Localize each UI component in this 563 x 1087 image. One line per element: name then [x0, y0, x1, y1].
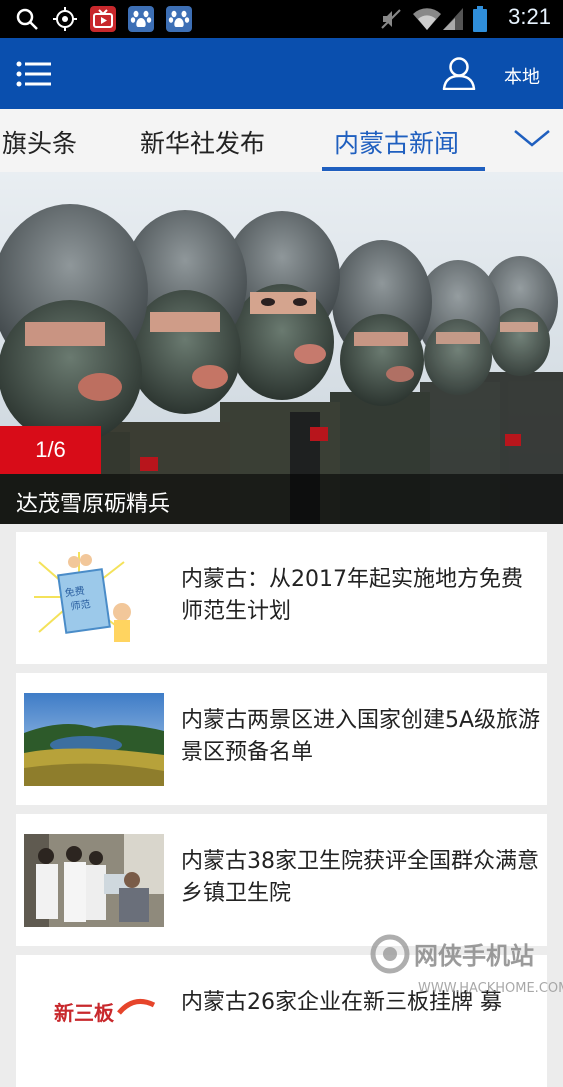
app-bar: 本地 — [0, 38, 563, 109]
more-channels-button[interactable] — [512, 123, 552, 153]
baidu-app-icon — [128, 6, 154, 32]
chevron-down-icon — [514, 130, 550, 147]
news-item[interactable]: 内蒙古38家卫生院获评全国群众满意乡镇卫生院 — [16, 814, 547, 946]
mute-icon — [378, 6, 404, 32]
user-button[interactable] — [441, 56, 477, 91]
thumb-text: 新三板 — [54, 1001, 115, 1025]
carousel-caption[interactable]: 达茂雪原砺精兵 — [16, 486, 170, 518]
user-icon — [442, 57, 476, 91]
status-time: 3:21 — [508, 4, 551, 29]
status-bar: 3:21 — [0, 0, 563, 38]
news-thumbnail: 新三板 — [24, 975, 164, 1068]
channel-tabs: 旗头条 新华社发布 内蒙古新闻 — [0, 109, 563, 173]
watermark-name: 网侠手机站 — [414, 942, 534, 970]
news-thumbnail — [24, 693, 164, 786]
signal-icon — [442, 6, 464, 32]
battery-icon — [470, 6, 490, 32]
news-item[interactable]: 免费 师范 内蒙古：从2017年起实施地方免费师范生计划 — [16, 532, 547, 664]
wifi-icon — [410, 6, 444, 32]
baidu-app-icon — [166, 6, 192, 32]
local-button[interactable]: 本地 — [504, 63, 540, 89]
menu-button[interactable] — [16, 60, 52, 88]
search-icon — [14, 6, 40, 32]
tab-xinhua[interactable]: 新华社发布 — [140, 124, 265, 160]
site-watermark: 网侠手机站 WWW.HACKHOME.COM — [368, 928, 563, 998]
news-title: 内蒙古：从2017年起实施地方免费师范生计划 — [181, 567, 523, 624]
news-title: 内蒙古两景区进入国家创建5A级旅游景区预备名单 — [181, 708, 541, 765]
menu-list-icon — [16, 61, 51, 87]
tab-headlines[interactable]: 旗头条 — [2, 124, 77, 160]
tv-app-icon — [90, 6, 116, 32]
carousel-counter: 1/6 — [0, 426, 101, 474]
news-thumbnail: 免费 师范 — [24, 552, 164, 645]
target-icon — [52, 6, 78, 32]
news-item[interactable]: 内蒙古两景区进入国家创建5A级旅游景区预备名单 — [16, 673, 547, 805]
tab-inner-mongolia-news[interactable]: 内蒙古新闻 — [334, 124, 459, 160]
news-title: 内蒙古38家卫生院获评全国群众满意乡镇卫生院 — [181, 849, 539, 906]
watermark-url: WWW.HACKHOME.COM — [418, 981, 563, 996]
news-thumbnail — [24, 834, 164, 927]
active-tab-indicator — [322, 167, 485, 171]
